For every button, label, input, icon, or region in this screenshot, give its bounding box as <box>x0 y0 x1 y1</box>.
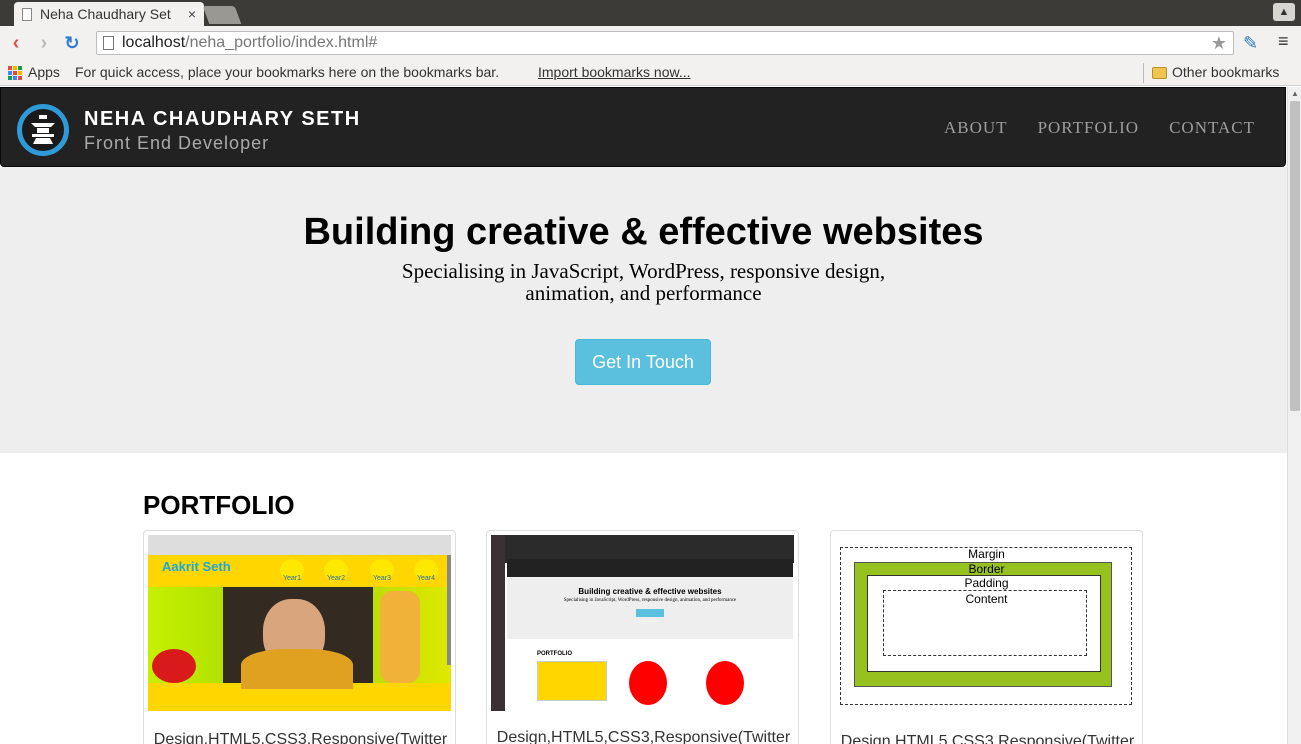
close-tab-icon[interactable]: × <box>188 6 196 22</box>
bookmarks-hint: For quick access, place your bookmarks h… <box>75 64 500 80</box>
portfolio-card-2[interactable]: Building creative & effective websites S… <box>486 530 799 744</box>
hero-title: Building creative & effective websites <box>303 211 984 253</box>
apps-icon[interactable] <box>8 66 22 80</box>
page-icon <box>103 36 114 50</box>
scroll-thumb[interactable] <box>1290 101 1300 411</box>
thumb-cta-label: Get In Touch <box>641 619 659 623</box>
thumb-hero-subtitle: Specialising in JavaScript, WordPress, r… <box>563 598 737 603</box>
nav-about[interactable]: ABOUT <box>944 118 1008 138</box>
red-ball-icon <box>629 661 667 705</box>
page-scrollbar[interactable]: ▲ <box>1287 87 1301 744</box>
thumb-year-badge: Year2 <box>324 559 348 582</box>
main-nav: ABOUT PORTFOLIO CONTACT <box>944 118 1255 138</box>
border-label: Border <box>968 562 1005 576</box>
page-icon <box>22 7 32 21</box>
thumb-launcher <box>491 535 505 711</box>
content-label: Content <box>965 592 1008 606</box>
url-host: localhost <box>122 34 186 51</box>
folder-icon <box>1152 67 1167 79</box>
address-bar[interactable]: localhost/neha_portfolio/index.html# ★ <box>96 31 1234 55</box>
url-path: /neha_portfolio/index.html# <box>185 34 378 51</box>
apps-link[interactable]: Apps <box>28 64 60 80</box>
browser-tab[interactable]: Neha Chaudhary Set × <box>14 2 204 26</box>
ladybug-icon <box>152 649 196 683</box>
thumb-navbar <box>507 559 793 577</box>
portfolio-thumbnail[interactable]: Aakrit Seth Year1 Year2 Year3 Year4 <box>148 535 451 711</box>
margin-label: Margin <box>968 547 1005 561</box>
forward-icon[interactable]: › <box>32 32 56 55</box>
browser-toolbar: ‹ › ↻ localhost/neha_portfolio/index.htm… <box>0 26 1301 60</box>
thumb-cta: Get In Touch <box>636 609 664 623</box>
tab-strip: Neha Chaudhary Set × ▲ <box>0 0 1301 26</box>
other-bookmarks[interactable]: Other bookmarks <box>1172 64 1279 80</box>
thumb-year-badge: Year3 <box>370 559 394 582</box>
tab-title: Neha Chaudhary Set <box>40 6 171 22</box>
menu-icon[interactable]: ≡ <box>1278 31 1289 52</box>
scroll-up-icon[interactable]: ▲ <box>1291 89 1299 98</box>
thumb-browser-chrome <box>148 535 451 555</box>
card-caption: Design,HTML5,CSS3,Responsive(Twitter <box>153 731 448 744</box>
window-menu-icon[interactable]: ▲ <box>1273 3 1295 21</box>
thumb-year-badge: Year1 <box>280 559 304 582</box>
reload-icon[interactable]: ↻ <box>60 33 84 54</box>
card-caption: Design,HTML5,CSS3,Responsive(Twitter <box>496 729 791 744</box>
giraffe-icon <box>380 591 420 683</box>
thumb-year-badge: Year4 <box>414 559 438 582</box>
nav-contact[interactable]: CONTACT <box>1169 118 1255 138</box>
thumb-site-logo: Aakrit Seth <box>162 559 231 574</box>
portfolio-heading: PORTFOLIO <box>143 490 295 520</box>
thumb-jacket <box>241 649 353 689</box>
import-bookmarks-link[interactable]: Import bookmarks now... <box>538 64 691 80</box>
pagoda-icon <box>31 115 55 144</box>
thumb-hero: Building creative & effective websites S… <box>507 577 793 639</box>
page-viewport: NEHA CHAUDHARY SETH Front End Developer … <box>0 87 1287 744</box>
get-in-touch-button[interactable]: Get In Touch <box>575 339 711 385</box>
card-caption: Design,HTML5,CSS3,Responsive(Twitter <box>840 733 1135 744</box>
thumb-card <box>537 661 607 701</box>
hero-section: Building creative & effective websites S… <box>0 167 1287 453</box>
thumb-scrollbar <box>447 555 451 665</box>
thumb-portfolio-heading: PORTFOLIO <box>537 651 572 657</box>
hero-subtitle: Specialising in JavaScript, WordPress, r… <box>401 259 886 305</box>
thumb-hero-title: Building creative & effective websites <box>578 587 722 596</box>
thumb-child-photo <box>223 587 373 689</box>
new-tab-button[interactable] <box>202 6 242 24</box>
bookmarks-divider <box>1143 63 1144 83</box>
padding-label: Padding <box>964 576 1009 590</box>
brand-name[interactable]: NEHA CHAUDHARY SETH <box>84 108 361 131</box>
brand-tagline: Front End Developer <box>84 133 270 153</box>
portfolio-card-3[interactable]: Margin Border Padding Content Design,HTM… <box>830 530 1143 744</box>
red-ball-icon <box>706 661 744 705</box>
eyedropper-extension-icon[interactable]: ✎ <box>1243 33 1258 54</box>
bookmark-star-icon[interactable]: ★ <box>1211 33 1227 54</box>
portfolio-card-1[interactable]: Aakrit Seth Year1 Year2 Year3 Year4 Desi… <box>143 530 456 744</box>
portfolio-thumbnail[interactable]: Building creative & effective websites S… <box>491 535 794 711</box>
bookmarks-bar: Apps For quick access, place your bookma… <box>0 60 1301 86</box>
site-navbar: NEHA CHAUDHARY SETH Front End Developer … <box>0 87 1286 167</box>
site-logo[interactable] <box>17 104 69 156</box>
portfolio-thumbnail[interactable]: Margin Border Padding Content <box>835 535 1138 711</box>
nav-portfolio[interactable]: PORTFOLIO <box>1038 118 1140 138</box>
back-icon[interactable]: ‹ <box>4 32 28 55</box>
